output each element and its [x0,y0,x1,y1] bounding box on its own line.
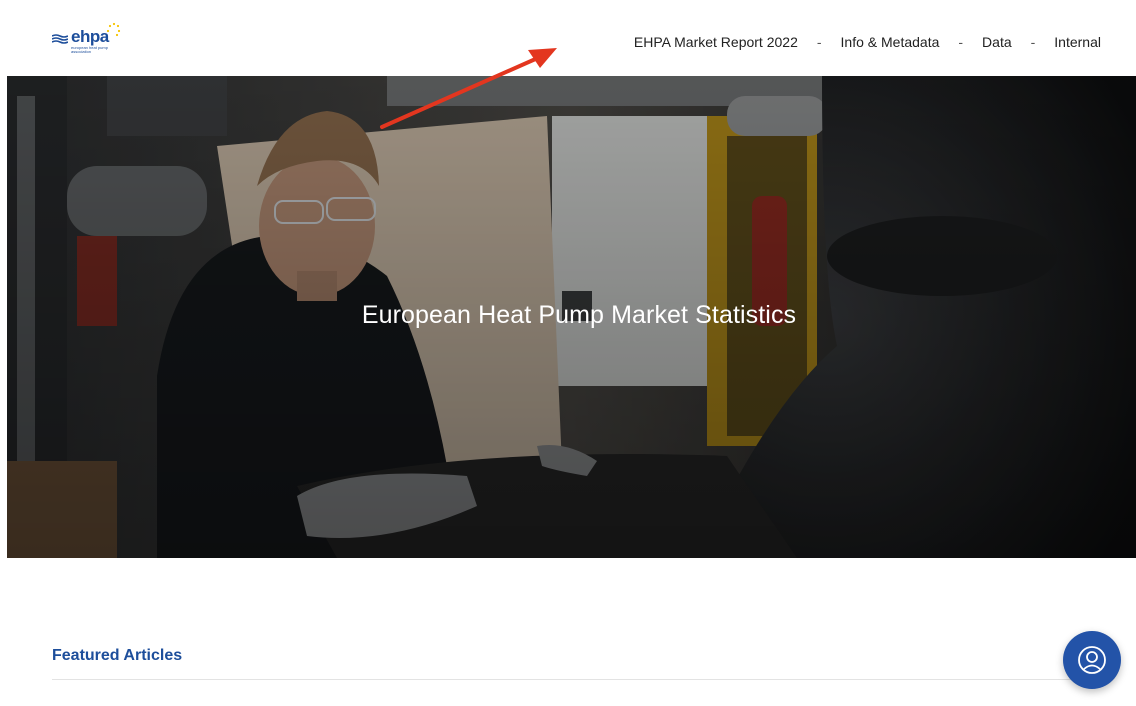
chat-support-button[interactable] [1063,631,1121,689]
logo-wordmark: ehpa [71,27,109,46]
nav-info-metadata[interactable]: Info & Metadata [841,34,940,50]
nav-separator: - [816,34,822,50]
logo-subtitle: european heat pump association [71,45,108,55]
main-nav: EHPA Market Report 2022 - Info & Metadat… [634,34,1101,50]
site-header: ehpa european heat pump association EHPA… [0,0,1136,76]
nav-internal[interactable]: Internal [1054,34,1101,50]
stars-icon [106,22,121,37]
nav-separator: - [958,34,964,50]
nav-separator: - [1030,34,1036,50]
section-divider [52,679,1082,680]
ehpa-logo[interactable]: ehpa european heat pump association [52,22,122,58]
waves-icon [52,34,68,44]
nav-data[interactable]: Data [982,34,1012,50]
nav-market-report[interactable]: EHPA Market Report 2022 [634,34,798,50]
user-circle-icon [1078,646,1106,674]
hero-banner: European Heat Pump Market Statistics [7,76,1136,558]
featured-articles-heading: Featured Articles [52,647,183,664]
hero-title: European Heat Pump Market Statistics [361,301,797,329]
